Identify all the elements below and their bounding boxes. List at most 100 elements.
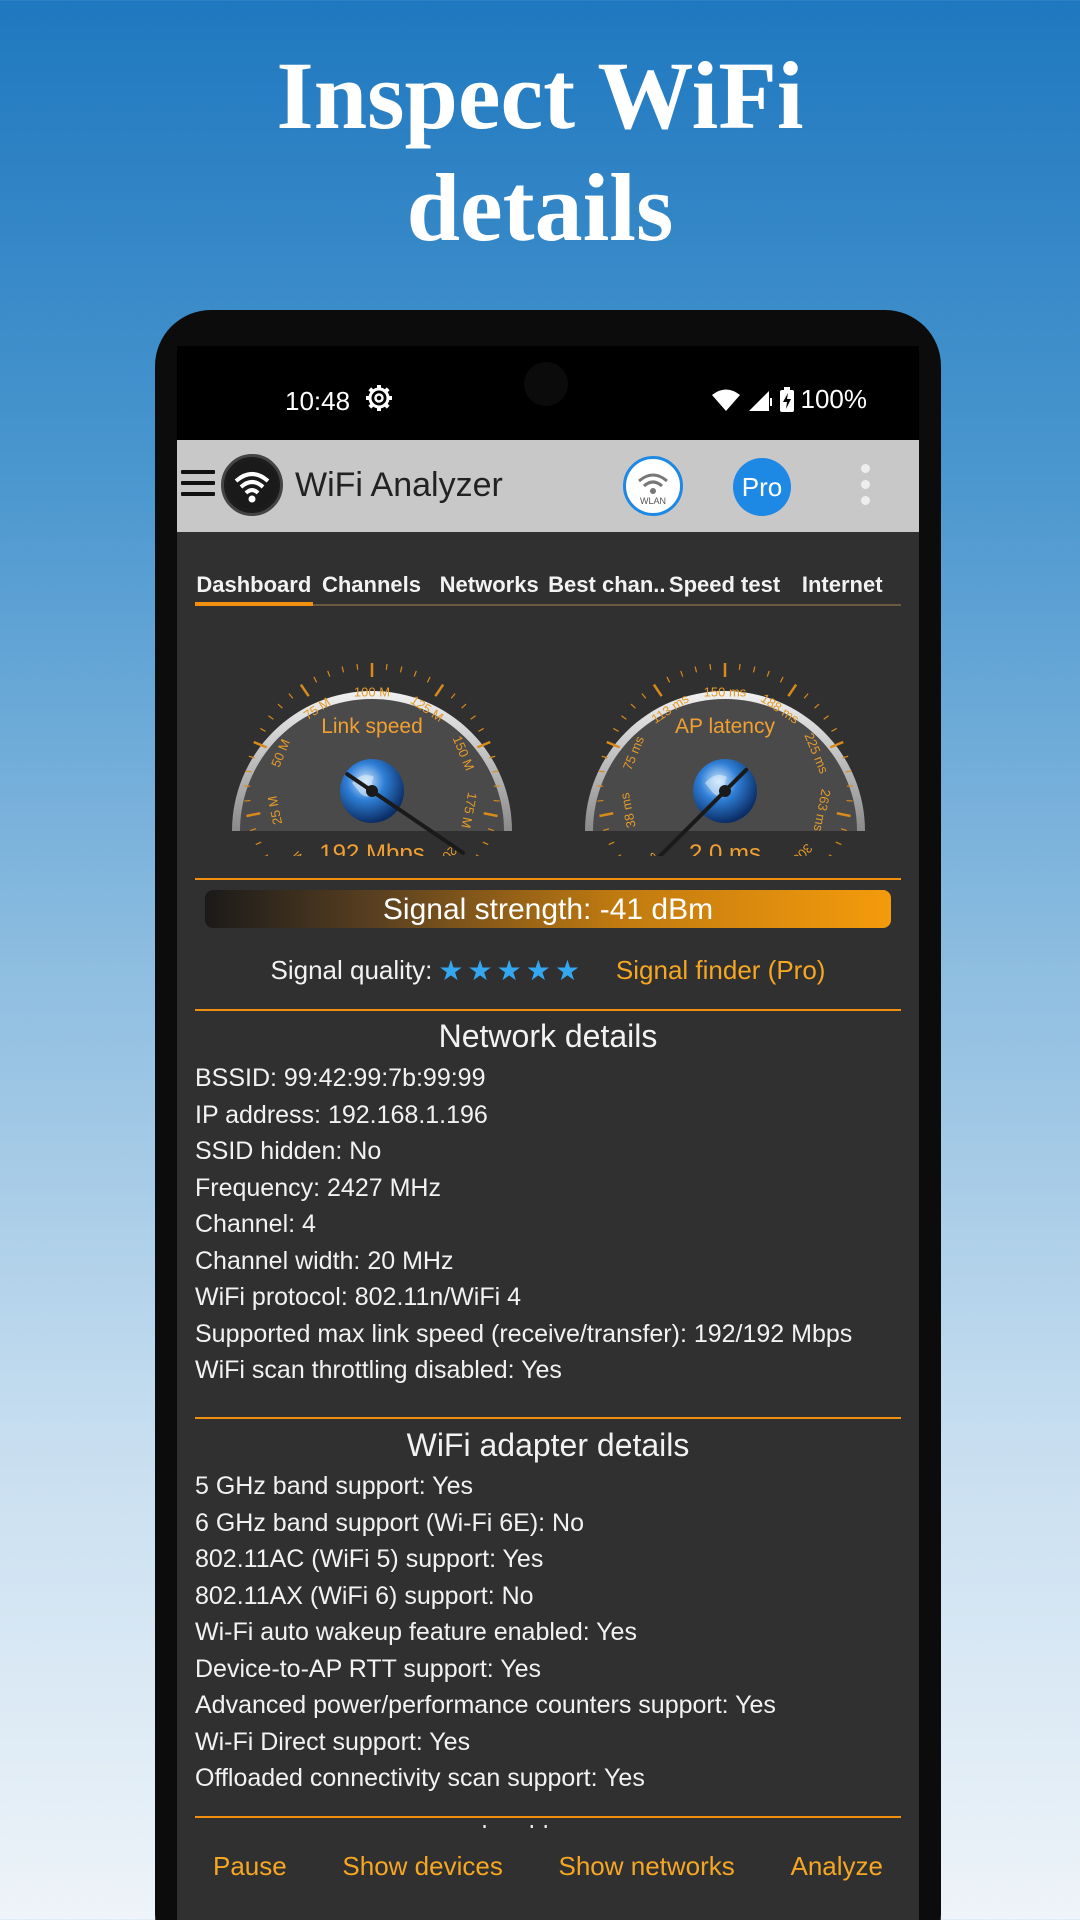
gauge-tick	[779, 676, 784, 683]
more-options-icon[interactable]	[861, 464, 871, 512]
app-bar: WiFi Analyzer WLAN Pro	[177, 440, 919, 532]
gauge-tick	[385, 663, 388, 670]
adapter-item: 5 GHz band support: Yes	[195, 1472, 473, 1500]
gauge-tick	[399, 666, 403, 673]
gauge-tick-label: 150 ms	[704, 684, 747, 699]
show-networks-button[interactable]: Show networks	[559, 1851, 735, 1882]
gauge-tick	[356, 663, 359, 670]
settings-gear-icon	[365, 384, 393, 419]
show-devices-button[interactable]: Show devices	[342, 1851, 502, 1882]
pause-button[interactable]: Pause	[213, 1851, 287, 1882]
gauge-tick	[475, 854, 480, 856]
signal-quality-label: Signal quality:	[270, 954, 433, 985]
status-time: 10:48	[285, 386, 351, 416]
network-item: Supported max link speed (receive/transf…	[195, 1319, 853, 1348]
network-item: WiFi protocol: 802.11n/WiFi 4	[195, 1283, 522, 1311]
tab-bar: Dashboard Channels Networks Best chan.. …	[195, 562, 902, 606]
gauge-tick	[766, 670, 770, 677]
gauge-tick	[426, 676, 431, 683]
gauge-tick	[255, 841, 262, 846]
adapter-item: 6 GHz band support (Wi-Fi 6E): No	[195, 1508, 585, 1537]
gauge-title: Link speed	[321, 715, 423, 738]
adapter-item: Wi-Fi auto wakeup feature enabled: Yes	[195, 1618, 637, 1646]
status-icons: 100%	[711, 384, 868, 415]
gauge-tick	[341, 666, 345, 673]
network-details-title: Network details	[438, 1018, 658, 1054]
status-bar: 10:48 100%	[177, 346, 919, 440]
gauge-tick-label: 100 M	[354, 684, 390, 699]
tab-channels[interactable]: Channels	[312, 562, 431, 606]
signal-strength-bar: Signal strength: -41 dBm	[205, 890, 891, 928]
gauge-tick	[752, 666, 756, 673]
network-item: Channel: 4	[195, 1210, 316, 1238]
gauge-tick	[299, 683, 310, 697]
gauge-tick	[666, 676, 671, 683]
gauge-hub	[366, 785, 378, 797]
gauge-tick	[288, 693, 294, 699]
gauge-tick	[608, 841, 615, 846]
adapter-item: Advanced power/performance counters supp…	[195, 1691, 776, 1719]
gauge-tick	[680, 670, 684, 677]
ap-latency-gauge: 0 s38 ms75 ms113 ms150 ms188 ms225 ms263…	[585, 663, 865, 856]
tab-networks[interactable]: Networks	[430, 562, 549, 606]
camera-cutout	[524, 362, 568, 406]
svg-text:WLAN: WLAN	[640, 496, 666, 506]
divider	[195, 878, 901, 880]
adapter-item: Device-to-AP RTT support: Yes	[195, 1654, 542, 1683]
adapter-item: Offloaded connectivity scan support: Yes	[195, 1764, 645, 1792]
pro-button[interactable]: Pro	[733, 458, 791, 516]
menu-icon[interactable]	[181, 470, 215, 500]
gauge-tick	[803, 693, 809, 699]
adapter-details-list: 5 GHz band support: Yes 6 GHz band suppor…	[195, 1468, 895, 1833]
adapter-item: 802.11AC (WiFi 5) support: Yes	[195, 1545, 544, 1573]
wlan-icon[interactable]: WLAN	[623, 456, 683, 516]
gauge-tick	[814, 703, 820, 709]
gauge-tick	[413, 670, 417, 677]
gauge-tick-label: 0 M	[289, 848, 315, 856]
gauge-tick	[694, 666, 698, 673]
gauge-tick	[277, 703, 283, 709]
headline: Inspect WiFi details	[0, 40, 1080, 264]
gauge-tick	[450, 693, 456, 699]
gauge-tick	[709, 663, 712, 670]
adapter-item: Wi-Fi Direct support: Yes	[195, 1727, 471, 1756]
gauge-tick	[823, 715, 829, 720]
signal-finder-link[interactable]: Signal finder (Pro)	[616, 955, 826, 986]
gauge-tick	[482, 841, 489, 846]
network-item: Channel width: 20 MHz	[195, 1246, 454, 1275]
gauge-tick	[738, 663, 741, 670]
gauge-tick	[831, 727, 837, 732]
tab-speed-test[interactable]: Speed test	[665, 562, 784, 606]
gauge-value: 192 Mbps	[319, 840, 424, 856]
gauge-tick	[327, 670, 331, 677]
gauge-tick	[641, 693, 647, 699]
adapter-item: 802.11AX (WiFi 6) support: No	[195, 1581, 534, 1610]
gauge-tick	[434, 683, 445, 697]
headline-line-2: details	[406, 154, 674, 261]
network-item: Frequency: 2427 MHz	[195, 1173, 441, 1202]
battery-charging-icon	[779, 386, 794, 412]
signal-quality-row: Signal quality: ★★★★★ Signal finder (Pro…	[177, 950, 919, 990]
battery-percent: 100%	[800, 384, 868, 414]
gauges-panel: 0 M25 M50 M75 M100 M125 M150 M175 M200 M…	[232, 663, 865, 856]
tab-best-channel[interactable]: Best chan..	[548, 562, 666, 606]
gauge-tick	[478, 727, 484, 732]
gauge-hub	[719, 785, 731, 797]
divider	[195, 1816, 901, 1818]
gauge-title: AP latency	[675, 715, 776, 738]
gauge-tick-label: 300 ms	[774, 841, 815, 856]
divider	[195, 1417, 901, 1419]
gauge-tick	[621, 715, 627, 720]
gauge-tick	[470, 715, 476, 720]
network-item: WiFi scan throttling disabled: Yes	[195, 1356, 562, 1384]
phone-screen: 10:48 100% WiFi Analyzer WLAN Pro Dashbo…	[177, 346, 919, 1920]
tab-internet[interactable]: Internet	[783, 562, 902, 606]
cell-signal-icon	[748, 390, 772, 411]
analyze-button[interactable]: Analyze	[790, 1851, 883, 1882]
link-speed-gauge: 0 M25 M50 M75 M100 M125 M150 M175 M200 M…	[232, 663, 512, 856]
gauge-tick	[630, 703, 636, 709]
gauge-tick	[260, 727, 266, 732]
gauge-tick	[652, 683, 663, 697]
tab-dashboard[interactable]: Dashboard	[195, 562, 313, 606]
divider	[195, 1009, 901, 1011]
